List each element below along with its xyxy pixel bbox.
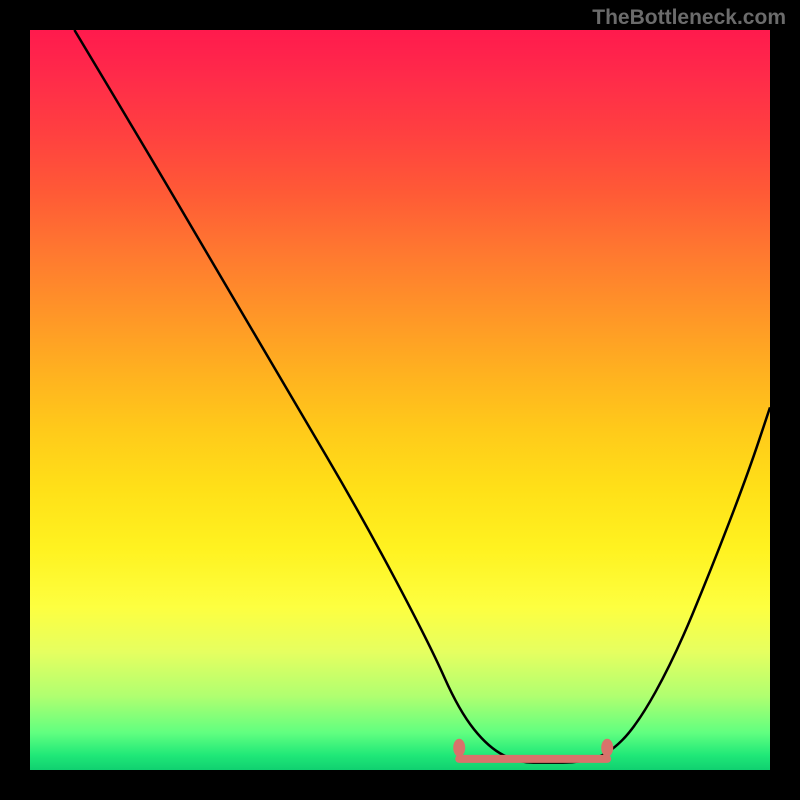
chart-svg-layer: [30, 30, 770, 770]
range-marker: [453, 739, 465, 757]
marker-group: [453, 739, 613, 757]
chart-plot-area: [30, 30, 770, 770]
range-marker: [601, 739, 613, 757]
watermark-text: TheBottleneck.com: [592, 6, 786, 30]
bottleneck-curve: [74, 30, 770, 763]
